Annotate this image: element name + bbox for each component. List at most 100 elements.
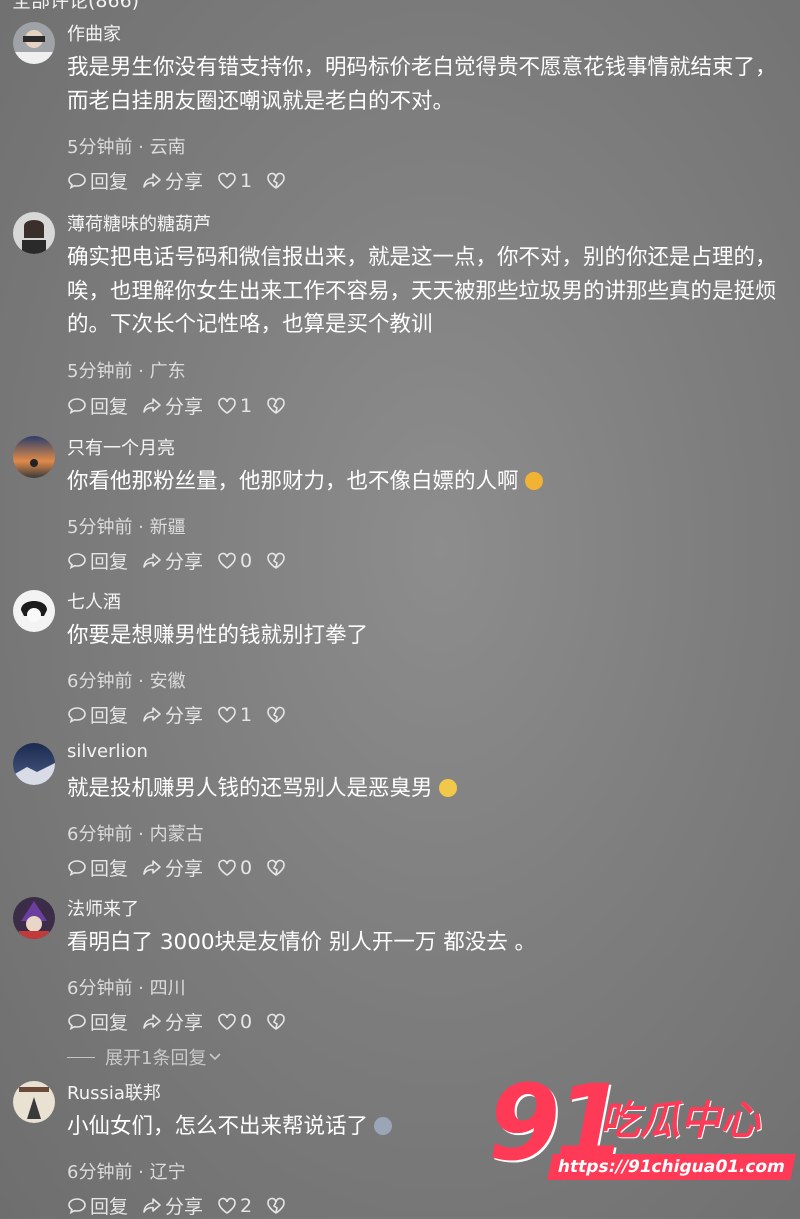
share-button[interactable]: 分享 [142, 167, 203, 194]
avatar[interactable] [13, 590, 55, 632]
crying-emoji-icon [438, 779, 457, 797]
like-button[interactable]: 0 [217, 857, 252, 879]
reply-button[interactable]: 回复 [67, 701, 128, 728]
comment-username[interactable]: 薄荷糖味的糖葫芦 [67, 210, 211, 236]
reply-button[interactable]: 回复 [67, 167, 128, 194]
share-label: 分享 [165, 551, 204, 573]
reply-label: 回复 [90, 1196, 129, 1218]
reply-button[interactable]: 回复 [67, 1008, 128, 1035]
like-button[interactable]: 0 [217, 550, 252, 572]
share-label: 分享 [165, 1012, 204, 1034]
reply-button[interactable]: 回复 [67, 854, 128, 881]
comment-meta: 5分钟前 · 新疆 [67, 517, 186, 538]
heart-icon [218, 1013, 236, 1030]
avatar[interactable] [13, 897, 55, 939]
heart-broken-icon [267, 706, 285, 723]
share-button[interactable]: 分享 [142, 854, 203, 881]
dislike-button[interactable] [266, 172, 289, 190]
reply-button[interactable]: 回复 [67, 547, 128, 574]
heart-broken-icon [267, 552, 285, 569]
avatar[interactable] [13, 436, 55, 478]
like-button[interactable]: 0 [217, 1011, 252, 1033]
like-count: 1 [240, 703, 253, 726]
comment-meta: 6分钟前 · 四川 [67, 978, 186, 999]
dislike-button[interactable] [266, 552, 289, 570]
comment-username[interactable]: Russia联邦 [67, 1079, 161, 1105]
comment-text: 确实把电话号码和微信报出来，就是这一点，你不对，别的你还是占理的，唉，也理解你女… [67, 245, 777, 337]
comment-username[interactable]: 七人酒 [67, 588, 121, 614]
like-button[interactable]: 2 [217, 1195, 252, 1217]
avatar[interactable] [13, 22, 55, 64]
reply-label: 回复 [90, 705, 129, 727]
reply-label: 回复 [90, 1012, 129, 1034]
avatar[interactable] [13, 1081, 55, 1123]
reply-button[interactable]: 回复 [67, 392, 128, 419]
share-button[interactable]: 分享 [142, 392, 203, 419]
expand-replies-button[interactable]: 展开1条回复 [67, 1044, 222, 1070]
share-arrow-icon [143, 172, 161, 188]
like-count: 0 [240, 856, 253, 879]
share-label: 分享 [165, 396, 204, 418]
reply-label: 回复 [90, 171, 129, 193]
comment-bubble-icon [68, 859, 86, 876]
divider [67, 1056, 95, 1058]
dislike-button[interactable] [266, 706, 289, 724]
comment-bubble-icon [68, 552, 86, 569]
like-button[interactable]: 1 [217, 704, 252, 726]
comment-text-content: 就是投机赚男人钱的还骂别人是恶臭男 [67, 776, 433, 801]
share-arrow-icon [143, 706, 161, 722]
reply-label: 回复 [90, 551, 129, 573]
share-button[interactable]: 分享 [142, 1008, 203, 1035]
share-arrow-icon [143, 1013, 161, 1029]
share-arrow-icon [143, 397, 161, 413]
heart-broken-icon [267, 1197, 285, 1214]
comments-header-partial: 全部评论(866) [12, 0, 140, 12]
heart-broken-icon [267, 1013, 285, 1030]
chevron-down-icon [209, 1053, 222, 1061]
like-button[interactable]: 1 [217, 170, 252, 192]
share-button[interactable]: 分享 [142, 547, 203, 574]
avatar[interactable] [13, 212, 55, 254]
watermark-url: https://91chigua01.com [547, 1154, 796, 1180]
reply-label: 回复 [90, 858, 129, 880]
dislike-button[interactable] [266, 859, 289, 877]
like-count: 1 [240, 394, 253, 417]
comment-text: 就是投机赚男人钱的还骂别人是恶臭男 [67, 772, 783, 806]
expand-replies-label: 展开1条回复 [105, 1048, 207, 1069]
share-label: 分享 [165, 858, 204, 880]
comment-bubble-icon [68, 172, 86, 189]
comment-bubble-icon [68, 1013, 86, 1030]
grinning-sweat-emoji-icon [524, 472, 543, 490]
comment-username[interactable]: 作曲家 [67, 20, 121, 46]
share-label: 分享 [165, 705, 204, 727]
dislike-button[interactable] [266, 397, 289, 415]
dislike-button[interactable] [266, 1013, 289, 1031]
comment-text: 你要是想赚男性的钱就别打拳了 [67, 623, 369, 648]
share-label: 分享 [165, 1196, 204, 1218]
site-watermark: 91 吃瓜中心 https://91chigua01.com [488, 1068, 796, 1194]
share-arrow-icon [143, 1197, 161, 1213]
share-label: 分享 [165, 171, 204, 193]
heart-icon [218, 1197, 236, 1214]
like-count: 0 [240, 549, 253, 572]
share-button[interactable]: 分享 [142, 701, 203, 728]
share-arrow-icon [143, 552, 161, 568]
dislike-button[interactable] [266, 1197, 289, 1215]
comment-username[interactable]: silverlion [67, 741, 148, 762]
comment-text-content: 你看他那粉丝量，他那财力，也不像白嫖的人啊 [67, 469, 519, 494]
comment-text: 你看他那粉丝量，他那财力，也不像白嫖的人啊 [67, 465, 783, 499]
comment-meta: 5分钟前 · 云南 [67, 137, 186, 158]
like-count: 0 [240, 1010, 253, 1033]
comment-bubble-icon [68, 1197, 86, 1214]
comment-text-content: 小仙女们，怎么不出来帮说话了 [67, 1114, 369, 1139]
comment-username[interactable]: 只有一个月亮 [67, 434, 175, 460]
reply-button[interactable]: 回复 [67, 1192, 128, 1219]
like-button[interactable]: 1 [217, 395, 252, 417]
like-count: 1 [240, 169, 253, 192]
share-button[interactable]: 分享 [142, 1192, 203, 1219]
comment-username[interactable]: 法师来了 [67, 895, 139, 921]
avatar[interactable] [13, 743, 55, 785]
heart-icon [218, 859, 236, 876]
like-count: 2 [240, 1194, 253, 1217]
watermark-logo-text: 吃瓜中心 [600, 1098, 760, 1144]
